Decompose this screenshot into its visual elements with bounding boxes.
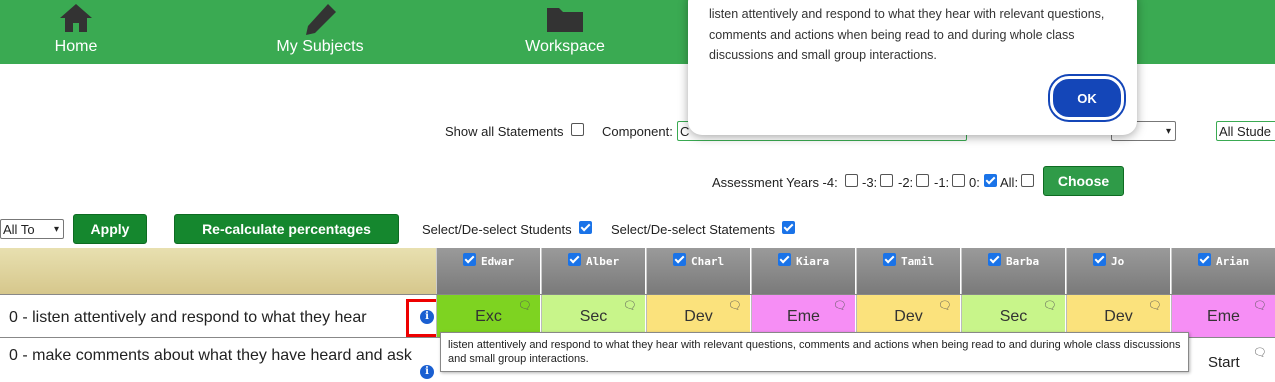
students-select[interactable]: All Stude (1216, 121, 1275, 141)
assessment-cell[interactable]: Eme 🗨 (1171, 295, 1275, 337)
nav-my-subjects[interactable]: My Subjects (270, 0, 370, 64)
assessment-cell[interactable]: Dev 🗨 (1066, 295, 1170, 337)
year-minus3-label: -3: (862, 175, 878, 190)
component-select-value: C (680, 124, 690, 139)
student-checkbox[interactable] (1093, 253, 1106, 266)
student-checkbox[interactable] (463, 253, 476, 266)
assessment-cell[interactable]: Dev 🗨 (856, 295, 960, 337)
student-column-header: Alber (541, 248, 645, 294)
statement-tooltip: listen attentively and respond to what t… (440, 332, 1189, 372)
nav-home[interactable]: Home (40, 0, 112, 64)
student-name: Edwar (481, 255, 515, 268)
show-all-statements-label: Show all Statements (445, 124, 564, 139)
assessment-cell[interactable]: Dev 🗨 (646, 295, 750, 337)
year-minus4-checkbox[interactable] (845, 174, 858, 187)
show-all-statements-checkbox[interactable] (571, 123, 584, 136)
student-column-header: Barba (961, 248, 1065, 294)
student-column-header: Edwar (436, 248, 540, 294)
pencil-icon (306, 4, 336, 35)
select-statements-label: Select/De-select Statements (611, 222, 776, 237)
chevron-down-icon: ▾ (1165, 126, 1171, 137)
student-name: Jo (1111, 255, 1125, 268)
year-minus2-checkbox[interactable] (916, 174, 929, 187)
student-column-header: Arian (1171, 248, 1275, 294)
apply-button[interactable]: Apply (73, 214, 147, 244)
home-icon (60, 4, 92, 32)
student-column-header: Kiara (751, 248, 855, 294)
student-checkbox[interactable] (883, 253, 896, 266)
student-checkbox[interactable] (568, 253, 581, 266)
comment-icon[interactable]: 🗨 (1253, 346, 1267, 359)
action-select-value: All To (3, 222, 35, 237)
comment-icon[interactable]: 🗨 (833, 299, 847, 312)
student-name: Alber (586, 255, 620, 268)
nav-my-subjects-label: My Subjects (276, 38, 364, 55)
info-modal: listen attentively and respond to what t… (688, 0, 1137, 135)
student-name: Barba (1006, 255, 1040, 268)
student-checkbox[interactable] (778, 253, 791, 266)
select-statements-checkbox[interactable] (782, 221, 795, 234)
student-name: Charl (691, 255, 725, 268)
students-select-value: All Stude (1219, 124, 1272, 139)
comment-icon[interactable]: 🗨 (1148, 299, 1162, 312)
student-column-header: Tamil (856, 248, 960, 294)
select-students-checkbox[interactable] (579, 221, 592, 234)
student-checkbox[interactable] (1198, 253, 1211, 266)
choose-button[interactable]: Choose (1043, 166, 1124, 196)
comment-icon[interactable]: 🗨 (518, 299, 532, 312)
modal-text: listen attentively and respond to what t… (709, 7, 1105, 62)
year-all-label: All: (1000, 175, 1019, 190)
assessment-cell[interactable]: Eme 🗨 (751, 295, 855, 337)
action-select[interactable]: All To ▾ (0, 219, 64, 239)
folder-icon (547, 8, 583, 32)
statement-row-2: 0 - make comments about what they have h… (9, 347, 412, 364)
assessment-cell[interactable]: Sec 🗨 (541, 295, 645, 337)
select-students-label: Select/De-select Students (422, 222, 572, 237)
nav-workspace-label: Workspace (525, 38, 605, 55)
year-minus2-label: -2: (898, 175, 914, 190)
year-minus1-checkbox[interactable] (952, 174, 965, 187)
student-column-header: Charl (646, 248, 750, 294)
year-minus1-label: -1: (934, 175, 950, 190)
cell-start[interactable]: Start (1208, 354, 1240, 371)
assessment-cell[interactable]: Sec 🗨 (961, 295, 1065, 337)
recalculate-percentages-button[interactable]: Re-calculate percentages (174, 214, 399, 244)
grid-header-statements (0, 248, 436, 294)
student-column-header: Jo (1066, 248, 1170, 294)
year-0-label: 0: (969, 175, 980, 190)
student-checkbox[interactable] (673, 253, 686, 266)
nav-workspace[interactable]: Workspace (520, 0, 610, 64)
component-label: Component: (602, 124, 673, 139)
student-name: Tamil (901, 255, 935, 268)
comment-icon[interactable]: 🗨 (1043, 299, 1057, 312)
year-0-checkbox[interactable] (984, 174, 997, 187)
student-checkbox[interactable] (988, 253, 1001, 266)
comment-icon[interactable]: 🗨 (938, 299, 952, 312)
nav-home-label: Home (54, 38, 98, 55)
year-minus3-checkbox[interactable] (880, 174, 893, 187)
info-icon[interactable]: i (420, 365, 434, 379)
assessment-years-label: Assessment Years -4: (712, 175, 838, 190)
assessment-cell[interactable]: Exc 🗨 (436, 295, 540, 337)
student-name: Arian (1216, 255, 1250, 268)
ok-button[interactable]: OK (1050, 76, 1124, 120)
chevron-down-icon: ▾ (53, 224, 59, 235)
comment-icon[interactable]: 🗨 (623, 299, 637, 312)
student-name: Kiara (796, 255, 830, 268)
year-all-checkbox[interactable] (1021, 174, 1034, 187)
comment-icon[interactable]: 🗨 (728, 299, 742, 312)
statement-row-1: 0 - listen attentively and respond to wh… (9, 309, 367, 326)
comment-icon[interactable]: 🗨 (1253, 299, 1267, 312)
